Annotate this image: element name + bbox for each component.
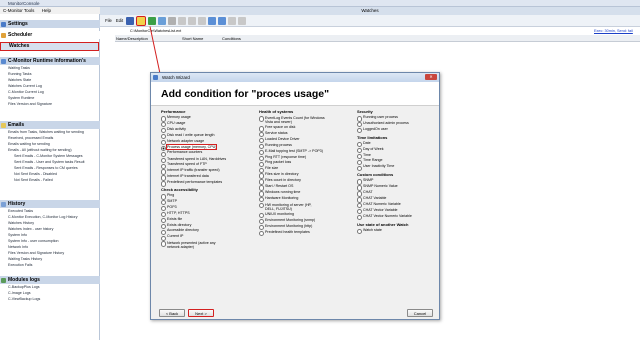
sidebar-watches-label: Watches [9, 43, 30, 49]
col-conditions[interactable]: Conditions [222, 35, 241, 42]
wizard-header: Add condition for "proces usage" [151, 82, 439, 106]
sidebar-item-system-info-user[interactable]: System Info - user consumption [8, 239, 59, 245]
sidebar-item-network-info[interactable]: Network Info [8, 245, 28, 251]
sidebar-history-header[interactable]: History [0, 200, 100, 208]
wizard-title: Watch Wizard [162, 75, 190, 80]
wizard-column-health: Health of systems EventLog Events Count … [259, 109, 351, 236]
sidebar-item-watches-history[interactable]: Watches History [8, 221, 34, 227]
sidebar-item-emails-received[interactable]: Received, processed Emails [8, 136, 53, 142]
option-network-presented[interactable]: Network presented (active any network ad… [161, 240, 217, 250]
main-title: Watches [361, 8, 379, 13]
wizard-column-security: Security Running user process Unauthoriz… [357, 109, 435, 235]
history-title: History [8, 201, 26, 207]
sidebar-item-executed-tasks[interactable]: Executed Tasks [8, 209, 33, 215]
sidebar-item-files-history[interactable]: Files Version and Signature History [8, 251, 64, 257]
sidebar-settings-label: Settings [8, 21, 28, 27]
stop-icon[interactable] [198, 17, 206, 25]
wizard-icon [153, 75, 158, 80]
path-text: C:\MonitorCm\WatchesList.ext [130, 29, 182, 33]
sidebar-item-execution-fails[interactable]: Execution Fails [8, 263, 32, 269]
file-button[interactable]: File [104, 16, 113, 26]
sidebar-item-watches-state[interactable]: Watches State [8, 78, 31, 84]
properties-icon[interactable] [178, 17, 186, 25]
runtime-icon [1, 58, 6, 64]
menu-tools[interactable]: C-Monitor Tools [0, 7, 37, 14]
modules-title: Modules logs [8, 277, 40, 283]
sidebar-item-emails-all[interactable]: Emails - All (without waiting for sendin… [8, 148, 72, 154]
runtime-title: C-Monitor Runtime Information's [8, 58, 86, 64]
col-short-name[interactable]: Short Name [182, 35, 203, 42]
delete-icon[interactable] [168, 17, 176, 25]
sidebar-item-running-tasks[interactable]: Running Tasks [8, 72, 32, 78]
add-icon[interactable] [148, 17, 156, 25]
sidebar-item-not-sent-failed[interactable]: Not Sent Emails - Failed [14, 178, 53, 184]
sidebar-item-execution-log[interactable]: C-Monitor Execution, C-Monitor Log Histo… [8, 215, 78, 221]
sidebar-item-backupplus[interactable]: C-BackupPlus Logs [8, 285, 40, 291]
sidebar-item-files-version[interactable]: Files Version and Signature [8, 102, 52, 108]
sidebar-item-cimage[interactable]: C-Image Logs [8, 291, 31, 297]
sidebar-item-waiting-history[interactable]: Waiting Tasks History [8, 257, 42, 263]
edit-icon[interactable] [158, 17, 166, 25]
sidebar-settings[interactable]: Settings [0, 20, 100, 28]
sidebar-emails-header[interactable]: Emails [0, 121, 100, 129]
emails-title: Emails [8, 122, 25, 128]
emails-icon [1, 122, 6, 128]
sidebar-item-sent-user[interactable]: Sent Emails - User and System tasks Resu… [14, 160, 85, 166]
move-down-icon[interactable] [238, 17, 246, 25]
sidebar-item-system-info[interactable]: System Info [8, 233, 27, 239]
menu-bar: C-Monitor Tools Help [0, 7, 100, 14]
option-eventlog[interactable]: EventLog Events Count (for Windows Vista… [259, 115, 329, 125]
path-bar: C:\MonitorCm\WatchesList.ext Exec: 30min… [100, 28, 640, 35]
sidebar-item-cviewbackup[interactable]: C-ViewBackup Logs [8, 297, 40, 303]
sidebar-item-waiting-tasks[interactable]: Waiting Tasks [8, 66, 30, 72]
sidebar-item-watches-index[interactable]: Watches Index - user history [8, 227, 53, 233]
cancel-button[interactable]: Cancel [407, 309, 433, 317]
option-loggedon-user[interactable]: LoggedOn user [357, 127, 435, 134]
back-button[interactable]: < Back [159, 309, 185, 317]
option-watch-state[interactable]: Watch state [357, 228, 435, 235]
sidebar-item-emails-sending[interactable]: Emails waiting for sending [8, 142, 50, 148]
save-icon[interactable] [126, 17, 134, 25]
wizard-heading: Add condition for "proces usage" [161, 88, 330, 100]
menu-help[interactable]: Help [39, 7, 54, 14]
sidebar-runtime-header[interactable]: C-Monitor Runtime Information's [0, 57, 100, 65]
sidebar-item-cmonitor-log[interactable]: C-Monitor Current Log [8, 90, 44, 96]
scheduler-icon [1, 32, 6, 38]
settings-icon [1, 21, 6, 27]
next-button[interactable]: Next > [188, 309, 214, 317]
column-header: Name/Description Short Name Conditions [115, 35, 640, 42]
sidebar-scheduler[interactable]: Scheduler [0, 31, 100, 39]
sidebar-item-watches-log[interactable]: Watches Current Log [8, 84, 42, 90]
sidebar-item-system-runtime[interactable]: System Runtime [8, 96, 34, 102]
redo-icon[interactable] [218, 17, 226, 25]
modules-icon [1, 277, 6, 283]
main-title-bar: Watches [100, 7, 640, 15]
edit-button[interactable]: Edit [115, 16, 124, 26]
exec-link[interactable]: Exec: 30min, Send: fail [594, 28, 633, 35]
watch-wizard-dialog: Watch Wizard ✕ Add condition for "proces… [150, 72, 440, 320]
sidebar-item-sent-responses[interactable]: Sent Emails - Responses to CM queries [14, 166, 78, 172]
app-title: MonitorConsole [8, 1, 40, 6]
undo-icon[interactable] [208, 17, 216, 25]
sidebar-watches[interactable]: Watches [0, 42, 99, 51]
add-watch-icon[interactable] [136, 16, 146, 26]
app-titlebar: MonitorConsole [0, 0, 640, 7]
wizard-column-performance: Performance Memory usage CPU usage Disk … [161, 109, 253, 250]
option-perf-templates[interactable]: Predefined performance templates [161, 180, 253, 187]
history-icon [1, 201, 6, 207]
sidebar-modules-header[interactable]: Modules logs [0, 276, 100, 284]
wizard-titlebar: Watch Wizard [151, 73, 439, 82]
sidebar-scheduler-label: Scheduler [8, 32, 33, 38]
move-up-icon[interactable] [228, 17, 236, 25]
close-icon[interactable]: ✕ [425, 74, 437, 80]
sidebar-item-not-sent-disabled[interactable]: Not Sent Emails - Disabled [14, 172, 57, 178]
col-name[interactable]: Name/Description [116, 35, 148, 42]
option-health-templates[interactable]: Predefined health templates [259, 230, 351, 236]
option-hw-server[interactable]: HW monitoring of server (HP, DELL, FUJIT… [259, 202, 321, 212]
run-icon[interactable] [188, 17, 196, 25]
option-chat-vector-numeric[interactable]: CHAT Vector Numeric Variable [357, 214, 435, 221]
sidebar-item-emails-waiting[interactable]: Emails from Tasks, Watches waiting for s… [8, 130, 84, 136]
option-user-inactivity[interactable]: User Inactivity Time [357, 164, 435, 171]
sidebar-item-sent-system[interactable]: Sent Emails - C-Monitor System Messages [14, 154, 83, 160]
